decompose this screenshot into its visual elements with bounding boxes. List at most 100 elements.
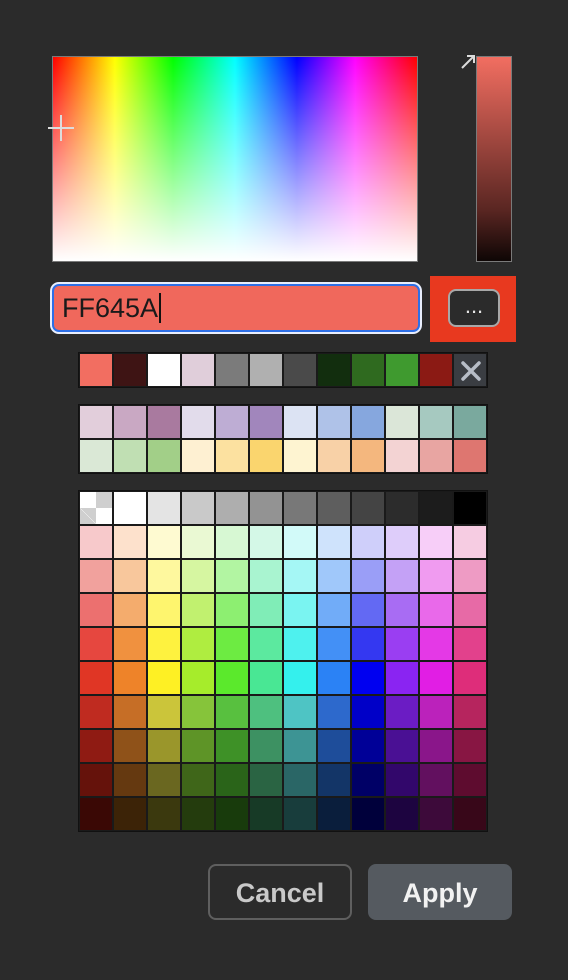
color-swatch[interactable]: [317, 763, 351, 797]
color-swatch[interactable]: [419, 627, 453, 661]
color-swatch[interactable]: [79, 405, 113, 439]
color-swatch[interactable]: [79, 525, 113, 559]
color-swatch[interactable]: [317, 559, 351, 593]
color-swatch[interactable]: [249, 559, 283, 593]
color-swatch[interactable]: [215, 491, 249, 525]
color-swatch[interactable]: [317, 525, 351, 559]
color-swatch[interactable]: [317, 405, 351, 439]
color-swatch[interactable]: [351, 405, 385, 439]
color-swatch[interactable]: [79, 797, 113, 831]
color-swatch[interactable]: [283, 695, 317, 729]
color-swatch[interactable]: [283, 627, 317, 661]
color-swatch[interactable]: [453, 763, 487, 797]
color-swatch[interactable]: [453, 695, 487, 729]
color-swatch[interactable]: [147, 491, 181, 525]
clear-color-swatch[interactable]: [453, 353, 487, 387]
color-swatch[interactable]: [351, 559, 385, 593]
hex-color-input[interactable]: FF645A: [52, 284, 420, 332]
color-swatch[interactable]: [419, 695, 453, 729]
color-swatch[interactable]: [283, 405, 317, 439]
color-swatch[interactable]: [351, 627, 385, 661]
color-swatch[interactable]: [181, 405, 215, 439]
color-swatch[interactable]: [113, 491, 147, 525]
color-swatch[interactable]: [419, 661, 453, 695]
color-swatch[interactable]: [215, 405, 249, 439]
color-swatch[interactable]: [385, 353, 419, 387]
color-swatch[interactable]: [113, 559, 147, 593]
color-swatch[interactable]: [419, 729, 453, 763]
color-swatch[interactable]: [113, 627, 147, 661]
color-swatch[interactable]: [147, 695, 181, 729]
color-swatch[interactable]: [181, 797, 215, 831]
color-swatch[interactable]: [385, 405, 419, 439]
brightness-slider[interactable]: [476, 56, 512, 262]
color-swatch[interactable]: [419, 763, 453, 797]
color-swatch[interactable]: [283, 439, 317, 473]
color-swatch[interactable]: [147, 405, 181, 439]
color-swatch[interactable]: [181, 593, 215, 627]
color-swatch[interactable]: [147, 661, 181, 695]
color-spectrum-picker[interactable]: [52, 56, 418, 262]
color-swatch[interactable]: [351, 729, 385, 763]
color-swatch[interactable]: [283, 593, 317, 627]
color-swatch[interactable]: [147, 525, 181, 559]
color-swatch[interactable]: [283, 763, 317, 797]
color-swatch[interactable]: [283, 525, 317, 559]
color-swatch[interactable]: [79, 593, 113, 627]
color-swatch[interactable]: [385, 695, 419, 729]
color-swatch[interactable]: [181, 491, 215, 525]
color-swatch[interactable]: [453, 661, 487, 695]
color-swatch[interactable]: [317, 695, 351, 729]
color-swatch[interactable]: [283, 661, 317, 695]
color-swatch[interactable]: [181, 729, 215, 763]
color-swatch[interactable]: [181, 525, 215, 559]
color-swatch[interactable]: [419, 405, 453, 439]
color-swatch[interactable]: [181, 439, 215, 473]
color-swatch[interactable]: [113, 797, 147, 831]
color-swatch[interactable]: [215, 559, 249, 593]
color-swatch[interactable]: [283, 353, 317, 387]
color-swatch[interactable]: [215, 695, 249, 729]
color-swatch[interactable]: [113, 353, 147, 387]
color-swatch[interactable]: [283, 797, 317, 831]
color-swatch[interactable]: [385, 559, 419, 593]
color-swatch[interactable]: [147, 627, 181, 661]
color-swatch[interactable]: [419, 593, 453, 627]
color-swatch[interactable]: [181, 695, 215, 729]
color-swatch[interactable]: [385, 491, 419, 525]
color-swatch[interactable]: [249, 797, 283, 831]
color-swatch[interactable]: [351, 353, 385, 387]
color-swatch[interactable]: [453, 627, 487, 661]
color-swatch[interactable]: [419, 559, 453, 593]
color-swatch[interactable]: [249, 627, 283, 661]
color-swatch[interactable]: [453, 797, 487, 831]
color-swatch[interactable]: [215, 627, 249, 661]
color-swatch[interactable]: [453, 439, 487, 473]
color-swatch[interactable]: [419, 525, 453, 559]
color-swatch[interactable]: [113, 729, 147, 763]
color-swatch[interactable]: [249, 695, 283, 729]
color-swatch[interactable]: [385, 593, 419, 627]
color-swatch[interactable]: [453, 593, 487, 627]
color-swatch[interactable]: [215, 797, 249, 831]
color-swatch[interactable]: [79, 661, 113, 695]
color-swatch[interactable]: [215, 593, 249, 627]
color-swatch[interactable]: [181, 627, 215, 661]
color-swatch[interactable]: [215, 763, 249, 797]
color-swatch[interactable]: [249, 593, 283, 627]
color-swatch[interactable]: [317, 491, 351, 525]
color-swatch[interactable]: [419, 797, 453, 831]
color-swatch[interactable]: [147, 353, 181, 387]
color-swatch[interactable]: [351, 661, 385, 695]
color-swatch[interactable]: [453, 729, 487, 763]
color-swatch[interactable]: [215, 661, 249, 695]
color-swatch[interactable]: [317, 593, 351, 627]
apply-button[interactable]: Apply: [368, 864, 512, 920]
color-swatch[interactable]: [79, 627, 113, 661]
color-swatch[interactable]: [215, 729, 249, 763]
color-swatch[interactable]: [113, 439, 147, 473]
color-swatch[interactable]: [249, 353, 283, 387]
color-swatch[interactable]: [147, 797, 181, 831]
slider-arrow-icon[interactable]: [460, 54, 476, 70]
color-swatch[interactable]: [351, 439, 385, 473]
